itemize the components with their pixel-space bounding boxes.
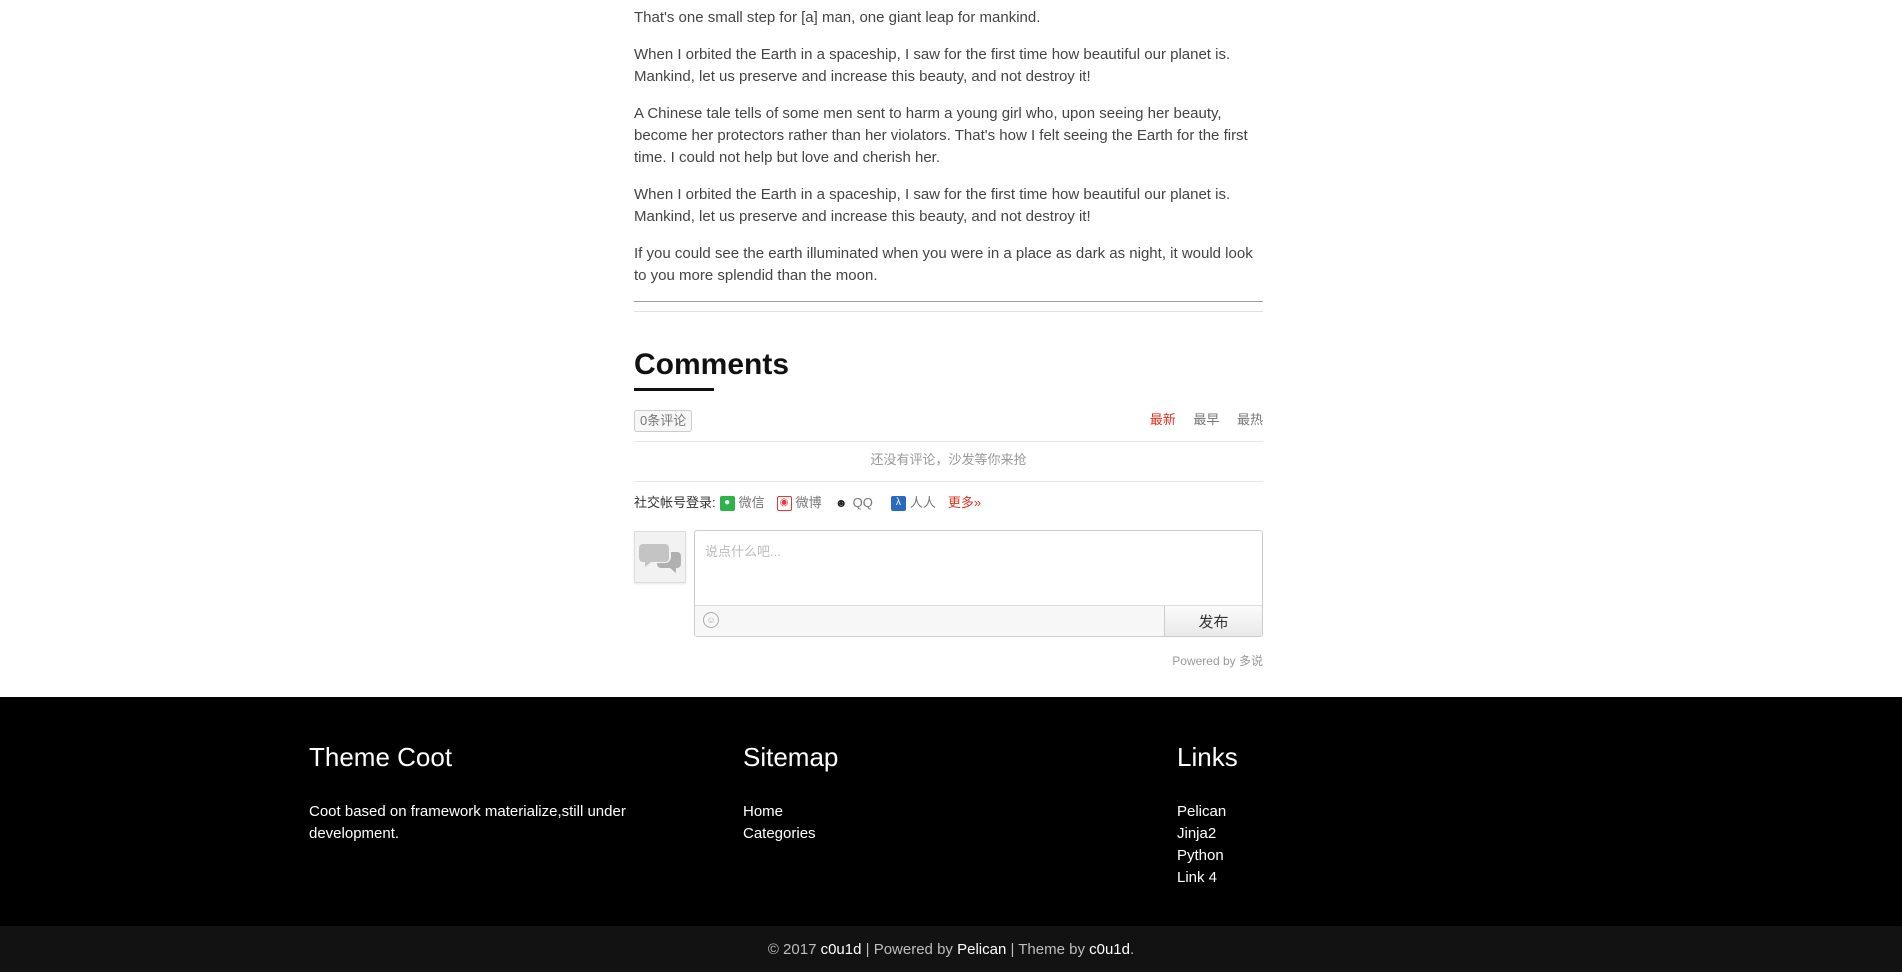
- submit-comment-button[interactable]: 发布: [1164, 606, 1262, 636]
- avatar: [634, 531, 686, 583]
- sort-tab-oldest[interactable]: 最早: [1193, 412, 1219, 427]
- copyright-suffix: .: [1130, 941, 1135, 958]
- footer-links-title: Links: [1177, 742, 1238, 772]
- wechat-icon: ●: [719, 495, 735, 511]
- copyright-author-link[interactable]: c0u1d: [821, 941, 862, 958]
- article-paragraph: When I orbited the Earth in a spaceship,…: [634, 46, 1231, 85]
- footer-link-categories[interactable]: Categories: [743, 823, 816, 845]
- social-login-wechat-label: 微信: [738, 495, 765, 510]
- comment-input[interactable]: [695, 531, 1266, 601]
- sort-tab-newest[interactable]: 最新: [1150, 412, 1176, 427]
- footer-copyright-bar: © 2017 c0u1d | Powered by Pelican | Them…: [0, 926, 1902, 972]
- article-paragraph: A Chinese tale tells of some men sent to…: [634, 105, 1248, 166]
- social-login-weibo-label: 微博: [795, 495, 822, 510]
- qq-icon: ☻: [833, 495, 849, 511]
- chat-bubbles-icon: [639, 544, 681, 573]
- footer-link-home[interactable]: Home: [743, 801, 816, 823]
- comment-sort-tabs: 最新 最早 最热: [1136, 410, 1263, 430]
- copyright-text: © 2017 c0u1d | Powered by Pelican | Them…: [0, 939, 1902, 961]
- powered-by-duoshuo[interactable]: Powered by 多说: [1172, 651, 1263, 671]
- comments-title-underline: [634, 388, 714, 391]
- article-paragraph: That's one small step for [a] man, one g…: [634, 9, 1041, 26]
- social-login-wechat[interactable]: ● 微信: [719, 493, 765, 513]
- comment-form: ☺ 发布: [694, 530, 1266, 637]
- footer-link-pelican[interactable]: Pelican: [1177, 801, 1226, 823]
- footer-about-text: Coot based on framework materialize,stil…: [309, 803, 626, 842]
- footer-link-4[interactable]: Link 4: [1177, 867, 1226, 889]
- social-login-weibo[interactable]: ◉ 微博: [776, 493, 822, 513]
- footer: Theme Coot Coot based on framework mater…: [0, 697, 1902, 926]
- social-login-qq[interactable]: ☻ QQ: [833, 493, 873, 513]
- social-login-more-link[interactable]: 更多»: [948, 493, 981, 513]
- article-divider: [634, 301, 1263, 302]
- copyright-powered-text: | Powered by: [861, 941, 958, 958]
- copyright-theme-text: | Theme by: [1006, 941, 1090, 958]
- sort-tab-hottest[interactable]: 最热: [1237, 412, 1263, 427]
- footer-about-title: Theme Coot: [309, 742, 453, 772]
- copyright-theme-author-link[interactable]: c0u1d: [1089, 941, 1130, 958]
- comment-toolbar: ☺ 发布: [695, 605, 1262, 636]
- social-login-qq-label: QQ: [852, 495, 873, 510]
- social-login-renren-label: 人人: [909, 495, 936, 510]
- comments-divider: [634, 481, 1263, 482]
- social-login-renren[interactable]: λ 人人: [890, 493, 936, 513]
- social-login-label: 社交帐号登录:: [634, 495, 716, 510]
- copyright-pelican-link[interactable]: Pelican: [957, 941, 1006, 958]
- empty-comments-message: 还没有评论，沙发等你来抢: [870, 452, 1027, 467]
- copyright-prefix: © 2017: [767, 941, 821, 958]
- comments-divider: [634, 441, 1263, 442]
- footer-link-jinja2[interactable]: Jinja2: [1177, 823, 1226, 845]
- comments-title: Comments: [634, 348, 790, 381]
- weibo-icon: ◉: [776, 495, 792, 511]
- article-paragraph: If you could see the earth illuminated w…: [634, 245, 1253, 284]
- footer-link-python[interactable]: Python: [1177, 845, 1226, 867]
- emoji-icon[interactable]: ☺: [703, 612, 719, 628]
- article-paragraph: When I orbited the Earth in a spaceship,…: [634, 186, 1231, 225]
- social-login-row: 社交帐号登录: ● 微信 ◉ 微博 ☻ QQ λ 人人 更多»: [634, 493, 981, 513]
- renren-icon: λ: [890, 495, 906, 511]
- footer-sitemap-title: Sitemap: [743, 742, 839, 772]
- article-divider-light: [634, 311, 1263, 312]
- comment-count-badge[interactable]: 0条评论: [634, 410, 693, 432]
